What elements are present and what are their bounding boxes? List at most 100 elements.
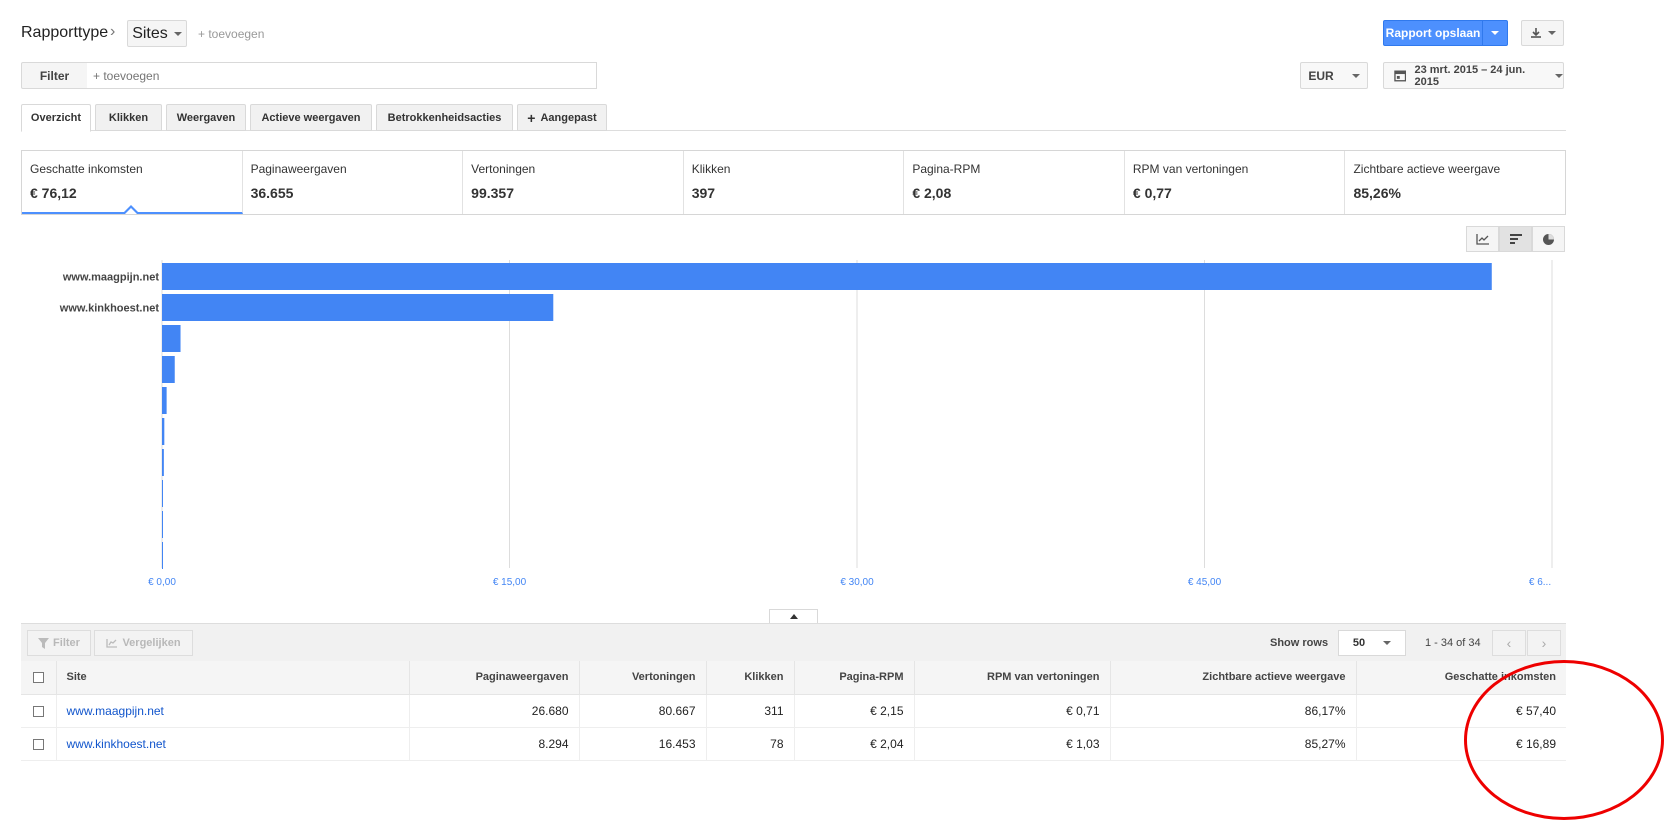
select-all-checkbox[interactable] — [32, 671, 44, 683]
chart-x-tick-label: € 45,00 — [1188, 577, 1222, 588]
previous-page-button[interactable]: ‹ — [1492, 630, 1526, 656]
currency-select[interactable]: EUR — [1300, 62, 1368, 89]
chart-x-tick-label: € 0,00 — [148, 577, 176, 588]
dimension-select-label: Sites — [132, 24, 168, 42]
tab-overzicht[interactable]: Overzicht — [21, 104, 91, 132]
date-range-label: 23 mrt. 2015 – 24 jun. 2015 — [1414, 63, 1526, 88]
rows-per-page-select[interactable]: 50 — [1338, 630, 1406, 656]
download-button[interactable] — [1521, 20, 1564, 46]
report-type-title: Rapporttype — [21, 24, 109, 41]
column-header-vertoningen[interactable]: Vertoningen — [579, 661, 707, 695]
chart-bar — [162, 356, 175, 383]
column-header-zichtbare-actieve-weergave[interactable]: Zichtbare actieve weergave — [1110, 661, 1357, 695]
chart-category-label: www.kinkhoest.net — [59, 303, 160, 315]
scorecard-geschatte-inkomsten[interactable]: Geschatte inkomsten € 76,12 — [22, 151, 243, 214]
chevron-down-icon — [1547, 31, 1556, 35]
line-chart-view-button[interactable] — [1466, 226, 1499, 252]
cell-geschatte-inkomsten: € 57,40 — [1356, 694, 1566, 728]
save-options-dropdown[interactable] — [1482, 21, 1507, 45]
pie-chart-icon — [1543, 233, 1554, 245]
column-header-pagina-rpm[interactable]: Pagina-RPM — [794, 661, 915, 695]
table-toolbar: Filter Vergelijken Show rows 50 1 - 34 o… — [21, 623, 1566, 661]
chart-x-tick-label: € 6... — [1529, 577, 1551, 588]
tab-label: Overzicht — [30, 112, 82, 124]
table-filter-label: Filter — [53, 637, 80, 649]
scorecard-value: € 2,08 — [912, 185, 952, 201]
column-header-geschatte-inkomsten[interactable]: Geschatte inkomsten — [1356, 661, 1566, 695]
chart-bar — [162, 263, 1492, 290]
scorecard-vertoningen[interactable]: Vertoningen 99.357 — [463, 151, 684, 214]
row-select-cell — [21, 727, 57, 761]
site-link[interactable]: www.maagpijn.net — [56, 694, 410, 728]
scorecard-name: Zichtbare actieve weergave — [1353, 162, 1501, 176]
chart-x-tick-label: € 30,00 — [840, 577, 874, 588]
cell-vertoningen: 80.667 — [579, 694, 707, 728]
download-icon — [1530, 28, 1541, 38]
calendar-icon — [1394, 70, 1407, 82]
bar-chart-icon — [1509, 234, 1522, 244]
table-filter-button[interactable]: Filter — [27, 630, 91, 656]
scorecard-name: Klikken — [691, 162, 731, 176]
cell-vertoningen: 16.453 — [579, 727, 707, 761]
chart-bar — [162, 511, 163, 538]
row-checkbox[interactable] — [32, 705, 44, 717]
tab-label: Klikken — [108, 111, 149, 124]
chevron-down-icon — [1491, 31, 1499, 35]
scorecard-rpm-van-vertoningen[interactable]: RPM van vertoningen € 0,77 — [1125, 151, 1346, 214]
row-checkbox[interactable] — [32, 738, 44, 750]
select-all-cell — [21, 661, 57, 695]
chevron-down-icon — [1383, 641, 1392, 645]
row-select-cell — [21, 694, 57, 728]
cell-pagina-rpm: € 2,04 — [794, 727, 915, 761]
filter-button[interactable]: Filter — [21, 62, 88, 89]
scorecard-klikken[interactable]: Klikken 397 — [684, 151, 905, 214]
scorecard-pagina-rpm[interactable]: Pagina-RPM € 2,08 — [904, 151, 1125, 214]
bar-chart-view-button[interactable] — [1499, 226, 1532, 252]
chevron-right-icon: › — [110, 23, 116, 40]
scorecard-value: 99.357 — [471, 185, 514, 201]
pie-chart-view-button[interactable] — [1532, 226, 1565, 252]
scorecard-name: Paginaweergaven — [250, 162, 347, 176]
column-header-rpm-van-vertoningen[interactable]: RPM van vertoningen — [914, 661, 1111, 695]
tab-aangepast[interactable]: + Aangepast — [517, 104, 607, 131]
chart-bar — [162, 294, 554, 321]
chart-category-label: www.maagpijn.net — [62, 272, 159, 284]
collapse-chart-button[interactable] — [769, 609, 818, 623]
column-header-klikken[interactable]: Klikken — [706, 661, 795, 695]
dimension-select[interactable]: Sites — [127, 20, 187, 47]
cell-rpm-van-vertoningen: € 0,71 — [914, 694, 1111, 728]
scorecard-paginaweergaven[interactable]: Paginaweergaven 36.655 — [243, 151, 464, 214]
next-page-button[interactable]: › — [1527, 630, 1561, 656]
show-rows-label: Show rows — [1270, 637, 1329, 649]
tab-label: Weergaven — [176, 111, 236, 124]
filter-input[interactable] — [87, 62, 597, 89]
tab-betrokkenheidsacties[interactable]: Betrokkenheidsacties — [376, 104, 513, 131]
add-dimension-link[interactable]: + toevoegen — [198, 27, 264, 41]
revenue-bar-chart: € 0,00 € 15,00 € 30,00 € 45,00 € 6... www.maa… — [59, 260, 1553, 588]
column-header-site[interactable]: Site — [56, 661, 410, 695]
cell-rpm-van-vertoningen: € 1,03 — [914, 727, 1111, 761]
scorecard-zichtbare-actieve-weergave[interactable]: Zichtbare actieve weergave 85,26% — [1345, 151, 1565, 214]
scorecard-value: 397 — [691, 185, 716, 201]
cell-paginaweergaven: 26.680 — [409, 694, 580, 728]
currency-label: EUR — [1308, 68, 1334, 83]
chevron-up-icon — [789, 614, 798, 619]
save-report-button[interactable]: Rapport opslaan — [1383, 20, 1508, 46]
save-report-label: Rapport opslaan — [1385, 26, 1481, 40]
tab-label: Actieve weergaven — [261, 111, 361, 124]
compare-button[interactable]: Vergelijken — [94, 630, 193, 656]
cell-zichtbare-actieve-weergave: 85,27% — [1110, 727, 1357, 761]
scorecard-row: Geschatte inkomsten € 76,12 Paginaweerga… — [21, 150, 1566, 215]
line-chart-icon — [106, 639, 118, 648]
tab-weergaven[interactable]: Weergaven — [166, 104, 246, 131]
chevron-left-icon: ‹ — [1506, 635, 1512, 651]
line-chart-icon — [1475, 234, 1489, 245]
site-link[interactable]: www.kinkhoest.net — [56, 727, 410, 761]
tab-actieve-weergaven[interactable]: Actieve weergaven — [250, 104, 372, 131]
chart-bar — [162, 542, 163, 569]
date-range-select[interactable]: 23 mrt. 2015 – 24 jun. 2015 — [1383, 62, 1564, 89]
pagination-info: 1 - 34 of 34 — [1425, 637, 1481, 649]
tab-klikken[interactable]: Klikken — [95, 104, 162, 131]
column-header-paginaweergaven[interactable]: Paginaweergaven — [409, 661, 580, 695]
rows-per-page-value: 50 — [1352, 637, 1366, 649]
